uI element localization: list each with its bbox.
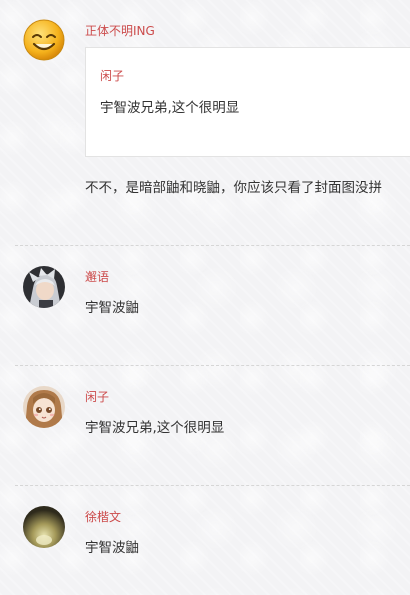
comment-author[interactable]: 邂语 <box>85 270 109 284</box>
comment-text: 不不，是暗部鼬和晓鼬，你应该只看了封面图没拼 <box>85 180 382 196</box>
blurred-photo-avatar[interactable] <box>23 506 65 548</box>
anime-girl-avatar[interactable] <box>23 386 65 428</box>
comment-list: 正体不明ING 闲子 宇智波兄弟,这个很明显 不不，是暗部鼬和晓鼬，你应该只看了… <box>0 0 410 595</box>
quoted-author[interactable]: 闲子 <box>100 69 124 83</box>
comment-author[interactable]: 正体不明ING <box>85 24 155 38</box>
comment-text: 宇智波鼬 <box>85 540 139 556</box>
comment-text: 宇智波兄弟,这个很明显 <box>85 420 225 436</box>
anime-character-avatar[interactable] <box>23 266 65 308</box>
comment-divider <box>15 245 410 246</box>
quoted-reply: 闲子 宇智波兄弟,这个很明显 <box>85 47 410 157</box>
comment-divider <box>15 485 410 486</box>
quoted-text: 宇智波兄弟,这个很明显 <box>100 100 240 116</box>
comment-author[interactable]: 闲子 <box>85 390 109 404</box>
comment-author[interactable]: 徐楷文 <box>85 510 121 524</box>
comment-divider <box>15 365 410 366</box>
smiley-face-icon[interactable] <box>23 19 65 61</box>
comment-text: 宇智波鼬 <box>85 300 139 316</box>
